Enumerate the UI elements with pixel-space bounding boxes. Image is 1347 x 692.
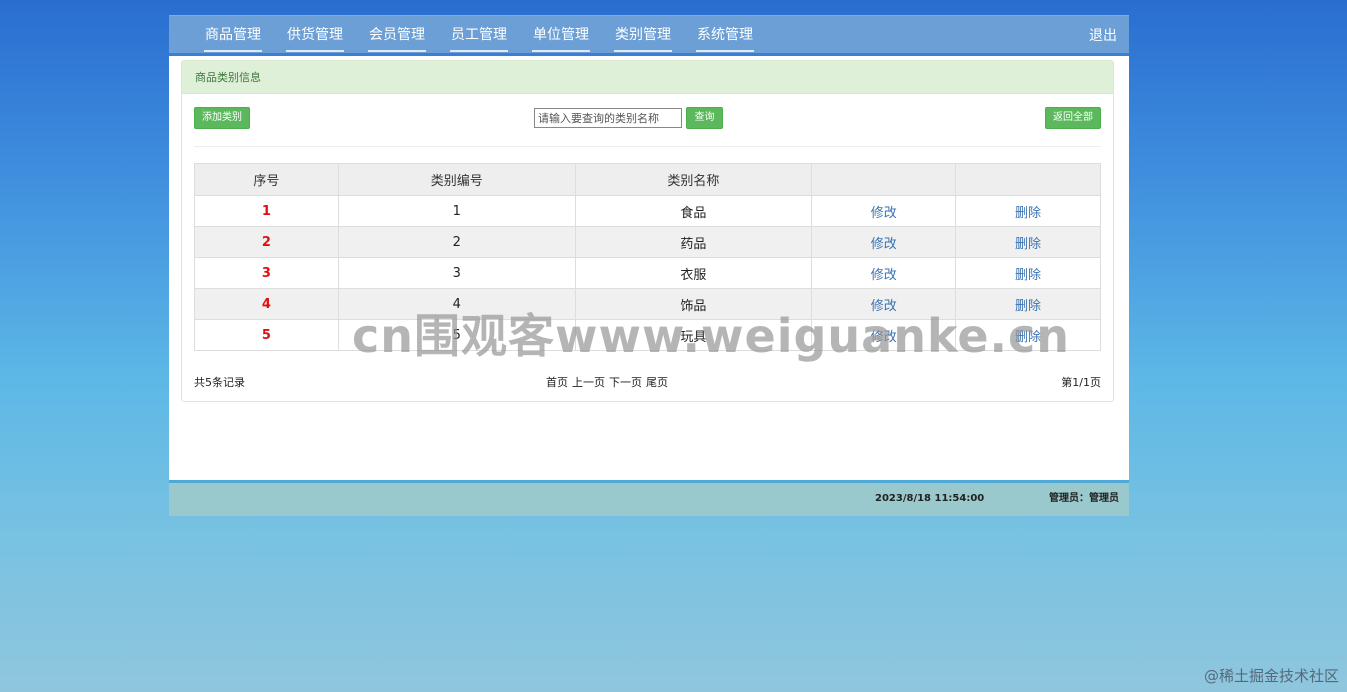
edit-link[interactable]: 修改: [811, 288, 957, 320]
nav-menu: 商品管理 供货管理 会员管理 员工管理 单位管理 类别管理 系统管理: [204, 16, 778, 52]
edit-link[interactable]: 修改: [811, 195, 957, 227]
row-name: 衣服: [574, 257, 813, 289]
row-seq: 4: [194, 288, 339, 320]
row-name: 食品: [574, 195, 813, 227]
app-container: 商品管理 供货管理 会员管理 员工管理 单位管理 类别管理 系统管理 退出 商品…: [169, 15, 1129, 516]
top-navbar: 商品管理 供货管理 会员管理 员工管理 单位管理 类别管理 系统管理 退出: [169, 15, 1129, 56]
table-header-row: 序号 类别编号 类别名称: [194, 163, 1101, 196]
header-name: 类别名称: [574, 163, 813, 196]
toolbar: 添加类别 查询 返回全部: [194, 94, 1101, 147]
delete-link[interactable]: 删除: [955, 195, 1101, 227]
row-code: 4: [337, 288, 576, 320]
first-page-link[interactable]: 首页: [546, 374, 568, 390]
row-code: 1: [337, 195, 576, 227]
category-table: 序号 类别编号 类别名称 1 1 食品 修改 删除 2 2 药品 修改 删除 3…: [194, 163, 1101, 351]
edit-link[interactable]: 修改: [811, 319, 957, 351]
prev-page-link[interactable]: 上一页: [572, 374, 605, 390]
delete-link[interactable]: 删除: [955, 319, 1101, 351]
last-page-link[interactable]: 尾页: [646, 374, 668, 390]
nav-item-categories[interactable]: 类别管理: [614, 16, 672, 52]
table-row: 5 5 玩具 修改 删除: [194, 319, 1101, 351]
footer-bar: 2023/8/18 11:54:00 管理员：管理员: [169, 480, 1129, 516]
nav-item-system[interactable]: 系统管理: [696, 16, 754, 52]
nav-item-units[interactable]: 单位管理: [532, 16, 590, 52]
table-row: 2 2 药品 修改 删除: [194, 226, 1101, 258]
edit-link[interactable]: 修改: [811, 226, 957, 258]
row-name: 玩具: [574, 319, 813, 351]
row-name: 饰品: [574, 288, 813, 320]
row-code: 3: [337, 257, 576, 289]
next-page-link[interactable]: 下一页: [609, 374, 642, 390]
pager-links: 首页 上一页 下一页 尾页: [546, 374, 668, 390]
row-code: 2: [337, 226, 576, 258]
category-search-input[interactable]: [534, 108, 682, 128]
row-code: 5: [337, 319, 576, 351]
header-code: 类别编号: [337, 163, 576, 196]
search-button[interactable]: 查询: [686, 107, 723, 129]
row-seq: 5: [194, 319, 339, 351]
nav-item-staff[interactable]: 员工管理: [450, 16, 508, 52]
table-row: 1 1 食品 修改 删除: [194, 195, 1101, 227]
corner-watermark: @稀土掘金技术社区: [1203, 667, 1339, 685]
delete-link[interactable]: 删除: [955, 288, 1101, 320]
record-count: 共5条记录: [194, 376, 245, 389]
category-panel: 商品类别信息 添加类别 查询 返回全部 序号 类别编号 类别名称: [181, 60, 1114, 402]
row-seq: 2: [194, 226, 339, 258]
delete-link[interactable]: 删除: [955, 226, 1101, 258]
row-seq: 3: [194, 257, 339, 289]
add-category-button[interactable]: 添加类别: [194, 107, 250, 129]
logout-link[interactable]: 退出: [1089, 16, 1117, 56]
show-all-button[interactable]: 返回全部: [1045, 107, 1101, 129]
panel-title: 商品类别信息: [182, 61, 1113, 94]
header-delete: [955, 163, 1101, 196]
table-row: 3 3 衣服 修改 删除: [194, 257, 1101, 289]
header-edit: [811, 163, 957, 196]
row-seq: 1: [194, 195, 339, 227]
table-row: 4 4 饰品 修改 删除: [194, 288, 1101, 320]
main-content: 商品类别信息 添加类别 查询 返回全部 序号 类别编号 类别名称: [169, 56, 1129, 480]
nav-item-products[interactable]: 商品管理: [204, 16, 262, 52]
nav-item-members[interactable]: 会员管理: [368, 16, 426, 52]
header-seq: 序号: [194, 163, 339, 196]
page-indicator: 第1/1页: [1061, 376, 1101, 389]
delete-link[interactable]: 删除: [955, 257, 1101, 289]
admin-user: 管理员：管理员: [1049, 493, 1119, 504]
edit-link[interactable]: 修改: [811, 257, 957, 289]
current-datetime: 2023/8/18 11:54:00: [875, 493, 985, 504]
nav-item-supply[interactable]: 供货管理: [286, 16, 344, 52]
row-name: 药品: [574, 226, 813, 258]
